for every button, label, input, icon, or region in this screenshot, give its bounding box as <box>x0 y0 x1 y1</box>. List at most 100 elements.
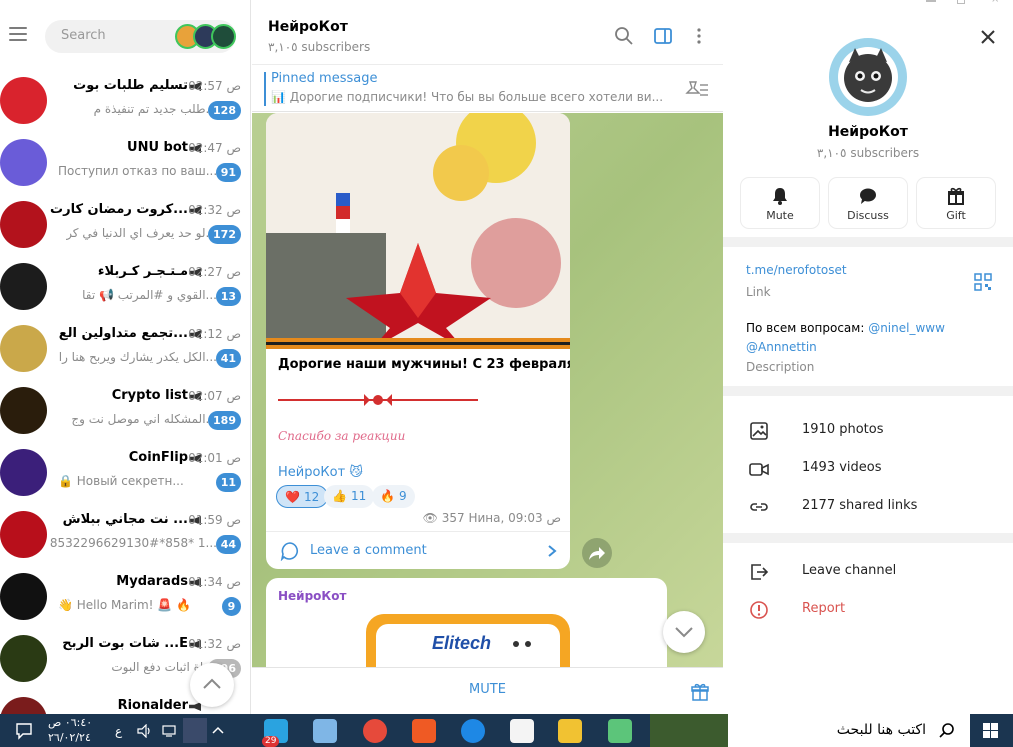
report-button[interactable]: Report <box>723 590 1013 628</box>
app-icon[interactable] <box>313 719 337 743</box>
share-button[interactable] <box>582 538 612 568</box>
store-icon[interactable] <box>510 719 534 743</box>
maximize-icon[interactable] <box>957 0 965 4</box>
notification-icon[interactable] <box>15 722 33 740</box>
scroll-up-button[interactable] <box>190 663 234 707</box>
pinned-message-bar[interactable]: Pinned message 📊 Дорогие подписчики! Что… <box>252 66 723 112</box>
chat-name: CoinFlip <box>128 450 188 465</box>
chrome-icon[interactable] <box>363 719 387 743</box>
chat-time: ص 02:12 <box>188 327 241 341</box>
photo-icon <box>750 422 768 440</box>
chevron-down-icon <box>675 627 693 638</box>
divider <box>723 386 1013 396</box>
gift-button[interactable]: Gift <box>917 178 995 228</box>
chat-list-item[interactable]: CoinFlip ص 02:01 🔒 Новый секретн... 11 <box>0 442 250 504</box>
mention-link[interactable]: @ninel_www <box>868 321 945 335</box>
post-text: Дорогие наши мужчины! С 23 февраля вас! <box>278 357 570 372</box>
unread-badge: 189 <box>208 411 241 430</box>
chat-list-item[interactable]: تجمع متداولين الع... ص 02:12 الكل يكدر يشا… <box>0 318 250 380</box>
discuss-button[interactable]: Discuss <box>829 178 907 228</box>
reaction-count: 11 <box>350 489 367 503</box>
avatar <box>0 263 47 310</box>
edge-icon[interactable] <box>461 719 485 743</box>
tray-app-icon[interactable] <box>183 718 207 743</box>
chat-list-item[interactable]: Crypto list ص 02:07 المشكله اني موصل نت وج… <box>0 380 250 442</box>
reaction-count: 9 <box>398 489 407 503</box>
info-subscribers: ٣,١٠٥ subscribers <box>816 146 920 160</box>
mention-link[interactable]: @Annnettin <box>746 340 817 354</box>
chat-preview: Поступил отказ по ваш... <box>58 164 218 178</box>
windows-taskbar: ٠٦:٤٠ ص ٢٦/٠٢/٢٤ ع 29 اكتب هنا للبحث <box>0 714 1013 747</box>
channel-header[interactable]: НейроКот ٣,١٠٥ subscribers <box>252 10 723 65</box>
minimize-icon[interactable] <box>926 0 936 2</box>
chat-list-item[interactable]: كروت رمضان كارت... ص 02:32 لو حد يعرف اي ا… <box>0 194 250 256</box>
more-options-icon[interactable] <box>688 25 710 47</box>
chevron-up-icon <box>203 678 221 689</box>
qr-code-icon[interactable] <box>974 273 992 291</box>
photos-row[interactable]: 1910 photos <box>723 411 1013 449</box>
app-icon[interactable] <box>608 719 632 743</box>
file-explorer-icon[interactable] <box>558 719 582 743</box>
channel-subscribers: ٣,١٠٥ subscribers <box>268 40 371 54</box>
avatar <box>0 387 47 434</box>
story-avatar[interactable] <box>211 24 236 49</box>
leave-channel-label: Leave channel <box>802 563 897 578</box>
taskbar-time[interactable]: ٠٦:٤٠ ص <box>48 716 92 729</box>
search-icon[interactable] <box>613 25 635 47</box>
taskbar-search-box[interactable]: اكتب هنا للبحث <box>650 714 970 747</box>
ribbon-divider <box>278 394 478 406</box>
brave-icon[interactable] <box>412 719 436 743</box>
unread-badge: 13 <box>215 287 241 306</box>
taskbar-language[interactable]: ع <box>115 724 122 738</box>
chat-list-item[interactable]: تسليم طلبات بوت ص 02:57 طلب جديد تم تنفيذة… <box>0 70 250 132</box>
chat-list-item[interactable]: مـتـجـر كـربلاء ص 02:27 القوي و #المرتب 📢 … <box>0 256 250 318</box>
avatar <box>0 511 47 558</box>
chat-preview: لو حد يعرف اي الدنيا في كر... <box>66 226 217 240</box>
leave-channel-button[interactable]: Leave channel <box>723 552 1013 590</box>
channel-avatar[interactable] <box>829 38 907 116</box>
chat-preview: 👋 Hello Marim! 🚨 🔥 <box>58 598 191 612</box>
windows-start-button[interactable] <box>970 714 1013 747</box>
channel-link[interactable]: t.me/nerofotoset <box>746 263 847 277</box>
volume-icon[interactable] <box>137 724 153 738</box>
channel-post: Дорогие наши мужчины! С 23 февраля вас! … <box>266 113 570 569</box>
avatar <box>0 325 47 372</box>
post-image[interactable] <box>266 113 570 349</box>
links-row[interactable]: 2177 shared links <box>723 487 1013 525</box>
reaction-chip[interactable]: 🔥 9 <box>372 485 415 508</box>
desc-prefix: По всем вопросам: <box>746 321 869 335</box>
close-icon[interactable] <box>978 27 998 47</box>
reaction-chip[interactable]: 👍 11 <box>324 485 375 508</box>
post2-author[interactable]: НейроКот <box>278 589 346 603</box>
post2-image[interactable]: Elitech <box>366 614 570 667</box>
post-author[interactable]: НейроКот 😼 <box>278 465 363 480</box>
avatar <box>0 77 47 124</box>
chat-name: كروت رمضان كارت... <box>50 202 188 217</box>
report-icon <box>750 601 768 619</box>
taskbar-date[interactable]: ٢٦/٠٢/٢٤ <box>48 731 91 744</box>
pin-list-icon[interactable] <box>682 78 710 100</box>
chat-list-item[interactable]: Mydarads ص 01:34 👋 Hello Marim! 🚨 🔥 9 <box>0 566 250 628</box>
side-panel-icon[interactable] <box>652 25 674 47</box>
chat-preview: 8532296629130#*858* 1... <box>49 536 217 550</box>
chat-preview: 🔒 Новый секретн... <box>58 474 184 488</box>
window-close-icon[interactable]: × <box>991 0 999 5</box>
mute-channel-button[interactable]: MUTE <box>252 682 723 697</box>
hamburger-menu-icon[interactable] <box>9 27 27 41</box>
channel-title[interactable]: НейроКот <box>268 19 348 35</box>
network-icon[interactable] <box>161 724 179 738</box>
search-highlight-image <box>650 714 728 747</box>
scroll-down-button[interactable] <box>663 611 705 653</box>
leave-comment-button[interactable]: Leave a comment <box>266 531 570 569</box>
chevron-up-icon[interactable] <box>211 724 225 736</box>
videos-row[interactable]: 1493 videos <box>723 449 1013 487</box>
search-box[interactable] <box>45 20 236 53</box>
unread-badge: 44 <box>215 535 241 554</box>
gift-icon[interactable] <box>690 682 710 702</box>
reaction-chip[interactable]: ❤️ 12 <box>276 485 329 508</box>
channel-post-2: НейроКот Elitech <box>266 578 667 667</box>
chat-list-item[interactable]: UNU bot ص 02:47 Поступил отказ по ваш... 91 <box>0 132 250 194</box>
chat-list-item[interactable]: نت مجاني ببلاش ... ص 01:59 8532296629130#*… <box>0 504 250 566</box>
mute-button[interactable]: Mute <box>741 178 819 228</box>
search-input[interactable] <box>61 28 161 43</box>
